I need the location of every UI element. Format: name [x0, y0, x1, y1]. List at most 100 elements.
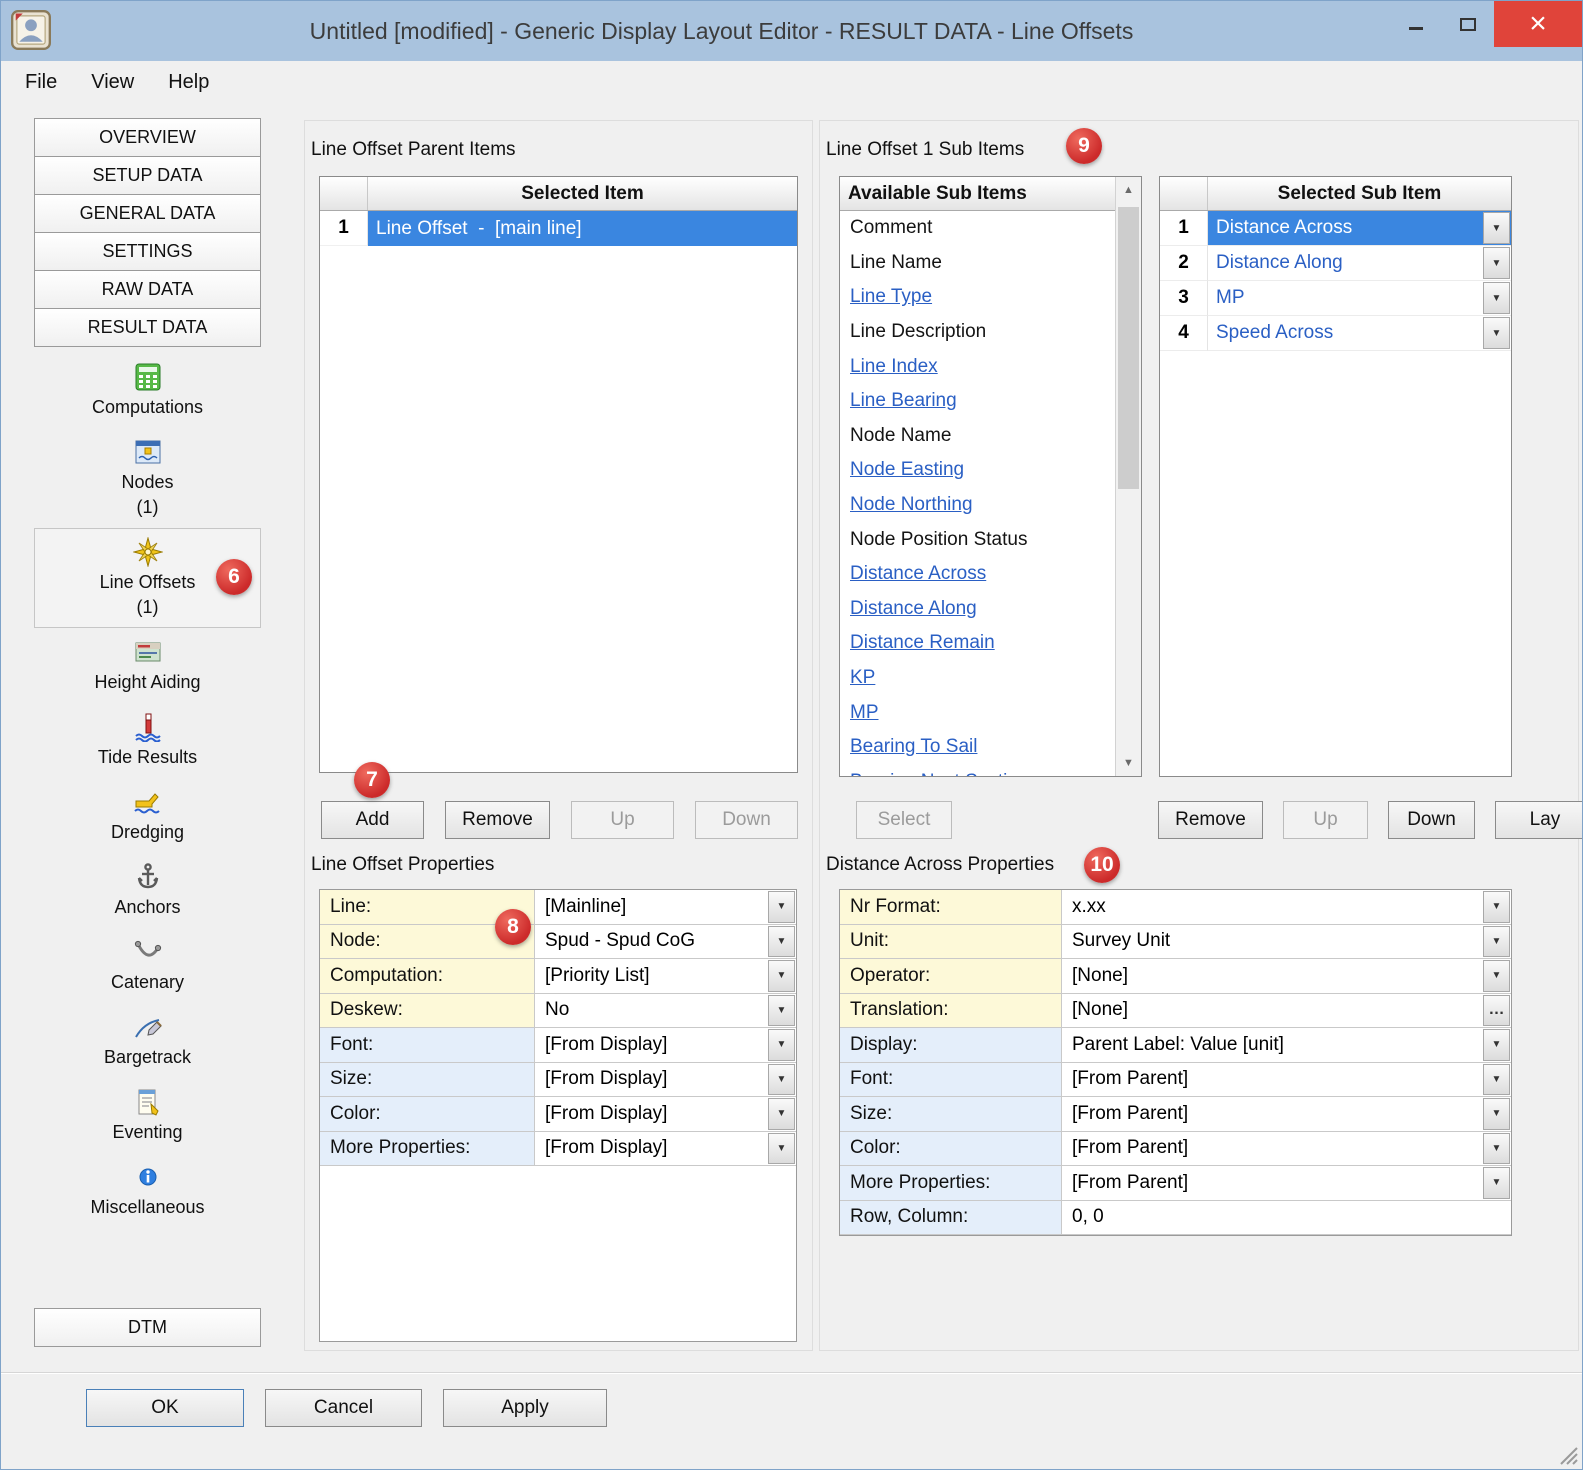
dropdown-icon[interactable]: [1483, 1133, 1510, 1165]
dropdown-icon[interactable]: [1483, 891, 1510, 923]
selected-sub-item-row[interactable]: 1Distance Across: [1160, 211, 1511, 246]
dropdown-icon[interactable]: [768, 960, 795, 992]
available-sub-item[interactable]: Node Easting: [840, 453, 1115, 488]
sidebar-section-overview[interactable]: OVERVIEW: [34, 118, 261, 157]
dropdown-icon[interactable]: [768, 891, 795, 923]
available-sub-item[interactable]: MP: [840, 695, 1115, 730]
dropdown-icon[interactable]: [1483, 317, 1510, 349]
dropdown-icon[interactable]: [768, 995, 795, 1027]
sidebar-item-computations[interactable]: Computations: [34, 353, 261, 428]
remove-button[interactable]: Remove: [445, 801, 550, 839]
prop-value-field[interactable]: [From Display]: [535, 1028, 796, 1062]
up-button[interactable]: Up: [571, 801, 674, 839]
dropdown-icon[interactable]: [768, 926, 795, 958]
cancel-button[interactable]: Cancel: [265, 1389, 422, 1427]
menu-help[interactable]: Help: [164, 69, 213, 96]
prop-value-field[interactable]: x.xx: [1062, 890, 1511, 924]
selected-sub-item-row[interactable]: 3MP: [1160, 281, 1511, 316]
minimize-button[interactable]: [1390, 1, 1442, 47]
available-sub-item[interactable]: Bearing To Sail: [840, 730, 1115, 765]
apply-button[interactable]: Apply: [443, 1389, 607, 1427]
up-button[interactable]: Up: [1283, 801, 1368, 839]
available-sub-item[interactable]: Comment: [840, 211, 1115, 246]
sidebar-section-result-data[interactable]: RESULT DATA: [34, 308, 261, 347]
prop-value-field[interactable]: [From Parent]: [1062, 1132, 1511, 1166]
sidebar-section-settings[interactable]: SETTINGS: [34, 232, 261, 271]
sidebar-section-setup-data[interactable]: SETUP DATA: [34, 156, 261, 195]
close-button[interactable]: ×: [1494, 1, 1582, 47]
prop-value-field[interactable]: [From Display]: [535, 1097, 796, 1131]
sidebar-section-general-data[interactable]: GENERAL DATA: [34, 194, 261, 233]
selected-sub-item-row[interactable]: 2Distance Along: [1160, 246, 1511, 281]
sidebar-item-nodes[interactable]: Nodes(1): [34, 428, 261, 528]
dropdown-icon[interactable]: [1483, 282, 1510, 314]
available-sub-item[interactable]: Bearing Next Section: [840, 765, 1115, 777]
scrollbar[interactable]: [1115, 177, 1141, 776]
sidebar-item-height-aiding[interactable]: Height Aiding: [34, 628, 261, 703]
prop-value-field[interactable]: No: [535, 994, 796, 1028]
titlebar[interactable]: Untitled [modified] - Generic Display La…: [1, 1, 1582, 61]
down-button[interactable]: Down: [695, 801, 798, 839]
dropdown-icon[interactable]: [768, 1029, 795, 1061]
sidebar-item-miscellaneous[interactable]: Miscellaneous: [34, 1153, 261, 1228]
dropdown-icon[interactable]: [768, 1064, 795, 1096]
add-button[interactable]: Add: [321, 801, 424, 839]
dropdown-icon[interactable]: [1483, 1064, 1510, 1096]
prop-value-field[interactable]: [From Parent]: [1062, 1097, 1511, 1131]
prop-value-field[interactable]: [From Display]: [535, 1063, 796, 1097]
parent-item-row[interactable]: 1Line Offset - [main line]: [320, 211, 797, 246]
dropdown-icon[interactable]: [768, 1133, 795, 1165]
available-sub-item[interactable]: Node Name: [840, 419, 1115, 454]
dropdown-icon[interactable]: [768, 1098, 795, 1130]
available-sub-item[interactable]: Line Bearing: [840, 384, 1115, 419]
remove-button[interactable]: Remove: [1158, 801, 1263, 839]
available-sub-item[interactable]: Distance Along: [840, 592, 1115, 627]
sidebar-item-dtm[interactable]: DTM: [34, 1308, 261, 1347]
sub-item-field[interactable]: MP: [1208, 281, 1511, 316]
dropdown-icon[interactable]: [1483, 960, 1510, 992]
lay-button[interactable]: Lay: [1495, 801, 1583, 839]
sidebar-item-tide-results[interactable]: Tide Results: [34, 703, 261, 778]
sidebar-item-anchors[interactable]: Anchors: [34, 853, 261, 928]
prop-value-field[interactable]: Survey Unit: [1062, 925, 1511, 959]
prop-value-field[interactable]: [None]: [1062, 959, 1511, 993]
prop-value-field[interactable]: [Priority List]: [535, 959, 796, 993]
prop-value-field[interactable]: [From Parent]: [1062, 1063, 1511, 1097]
available-sub-item[interactable]: Line Description: [840, 315, 1115, 350]
sidebar-item-dredging[interactable]: Dredging: [34, 778, 261, 853]
available-sub-item[interactable]: Node Northing: [840, 488, 1115, 523]
sidebar-item-bargetrack[interactable]: Bargetrack: [34, 1003, 261, 1078]
ok-button[interactable]: OK: [86, 1389, 244, 1427]
prop-value-field[interactable]: [Mainline]: [535, 890, 796, 924]
dropdown-icon[interactable]: [1483, 1029, 1510, 1061]
dropdown-icon[interactable]: [1483, 1098, 1510, 1130]
available-sub-item[interactable]: Distance Remain: [840, 626, 1115, 661]
dropdown-icon[interactable]: [1483, 247, 1510, 279]
sidebar-item-eventing[interactable]: Eventing: [34, 1078, 261, 1153]
prop-value-field[interactable]: 0, 0: [1062, 1201, 1511, 1235]
sub-item-field[interactable]: Speed Across: [1208, 316, 1511, 351]
available-sub-item[interactable]: Line Name: [840, 246, 1115, 281]
available-sub-item[interactable]: Line Index: [840, 349, 1115, 384]
sub-item-field[interactable]: Distance Across: [1208, 211, 1511, 246]
selected-sub-item-row[interactable]: 4Speed Across: [1160, 316, 1511, 351]
scroll-down-icon[interactable]: [1116, 750, 1141, 776]
menu-file[interactable]: File: [21, 69, 61, 96]
available-sub-item[interactable]: Node Position Status: [840, 522, 1115, 557]
dropdown-icon[interactable]: [1483, 212, 1510, 244]
sub-item-field[interactable]: Distance Along: [1208, 246, 1511, 281]
prop-value-field[interactable]: [From Parent]: [1062, 1166, 1511, 1200]
available-sub-item[interactable]: Distance Across: [840, 557, 1115, 592]
select-button[interactable]: Select: [856, 801, 952, 839]
prop-value-field[interactable]: [None]: [1062, 994, 1511, 1028]
prop-value-field[interactable]: [From Display]: [535, 1132, 796, 1166]
prop-value-field[interactable]: Parent Label: Value [unit]: [1062, 1028, 1511, 1062]
ellipsis-button-icon[interactable]: [1483, 995, 1510, 1027]
scroll-thumb[interactable]: [1118, 207, 1139, 489]
available-sub-item[interactable]: Line Type: [840, 280, 1115, 315]
dropdown-icon[interactable]: [1483, 1167, 1510, 1199]
sidebar-item-catenary[interactable]: Catenary: [34, 928, 261, 1003]
maximize-button[interactable]: [1442, 1, 1494, 47]
down-button[interactable]: Down: [1388, 801, 1475, 839]
available-sub-item[interactable]: KP: [840, 661, 1115, 696]
